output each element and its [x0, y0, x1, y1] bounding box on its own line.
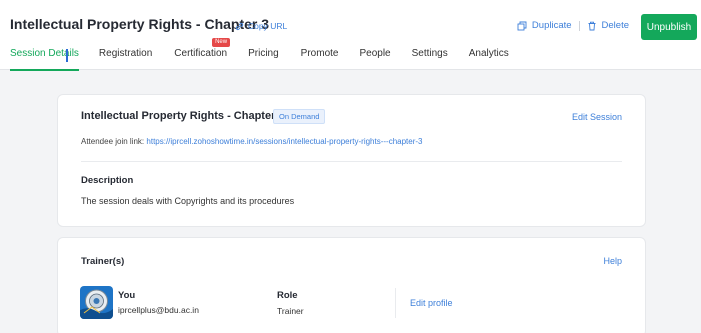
action-divider [578, 20, 580, 31]
vertical-divider [395, 288, 396, 318]
join-link-label: Attendee join link: [81, 137, 145, 146]
tab-label: Pricing [248, 48, 279, 59]
avatar [80, 286, 113, 319]
delete-button[interactable]: Delete [587, 20, 629, 31]
duplicate-button[interactable]: Duplicate [517, 20, 572, 31]
trainers-title: Trainer(s) [81, 256, 125, 267]
role-value: Trainer [277, 306, 304, 316]
university-seal-icon [80, 286, 113, 319]
new-badge: New [212, 38, 231, 47]
tab-certification[interactable]: Certification New [174, 38, 231, 70]
duplicate-icon [517, 21, 527, 30]
join-link-row: Attendee join link: https://iprcell.zoho… [81, 137, 423, 146]
trainers-card: Trainer(s) Help You iprcellplus@bdu.ac.i… [57, 237, 646, 333]
divider [81, 161, 622, 162]
tab-settings[interactable]: Settings [412, 46, 448, 70]
tab-promote[interactable]: Promote [301, 46, 339, 70]
description-label: Description [81, 175, 134, 186]
trainer-name: You [118, 290, 136, 301]
tab-analytics[interactable]: Analytics [469, 46, 509, 70]
session-details-card: Intellectual Property Rights - Chapter 3… [57, 94, 646, 227]
tab-bar: Session Details Registration Certificati… [0, 38, 509, 71]
page-header: Intellectual Property Rights - Chapter 3… [0, 0, 701, 71]
edit-profile-link[interactable]: Edit profile [410, 298, 453, 308]
header-actions: Duplicate Delete [517, 20, 629, 31]
session-type-badge: On Demand [273, 109, 326, 124]
tab-label: Session Details [10, 48, 79, 59]
tab-pricing[interactable]: Pricing [248, 46, 279, 70]
tab-session-details[interactable]: Session Details [10, 46, 79, 71]
link-icon [235, 22, 244, 30]
help-link[interactable]: Help [603, 256, 622, 266]
session-title: Intellectual Property Rights - Chapter 3 [81, 110, 285, 122]
tab-label: Analytics [468, 48, 509, 59]
copy-url-link[interactable]: Copy URL [235, 21, 287, 31]
duplicate-label: Duplicate [531, 20, 572, 31]
edit-session-link[interactable]: Edit Session [572, 112, 622, 122]
tab-label: Certification [174, 48, 228, 59]
tab-label: Promote [300, 48, 339, 59]
delete-label: Delete [601, 20, 629, 31]
text-cursor-icon [66, 49, 68, 62]
unpublish-button[interactable]: Unpublish [641, 14, 697, 40]
tab-label: Registration [98, 48, 153, 59]
description-text: The session deals with Copyrights and it… [81, 196, 295, 206]
trainer-email: iprcellplus@bdu.ac.in [118, 305, 199, 315]
tab-label: Settings [411, 48, 448, 59]
tab-registration[interactable]: Registration [99, 46, 152, 70]
copy-url-label: Copy URL [248, 21, 288, 31]
join-link-url[interactable]: https://iprcell.zohoshowtime.in/sessions… [146, 137, 422, 146]
trash-icon [588, 21, 596, 30]
tab-people[interactable]: People [359, 46, 390, 70]
role-label: Role [277, 290, 298, 301]
tab-label: People [359, 48, 391, 59]
page-title: Intellectual Property Rights - Chapter 3 [10, 16, 270, 32]
